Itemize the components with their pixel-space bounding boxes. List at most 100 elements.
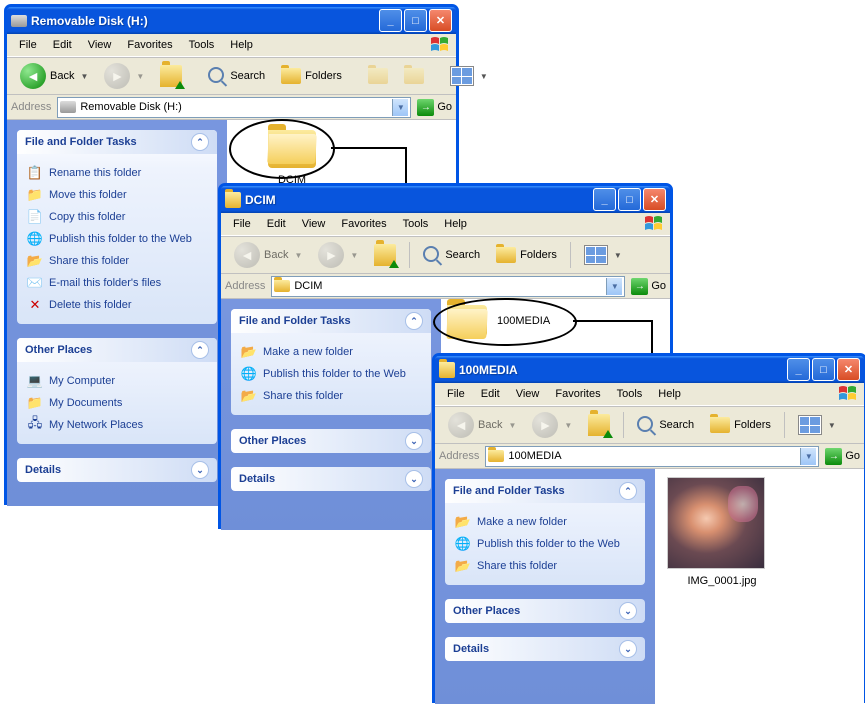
- file-folder-tasks-panel: File and Folder Tasks⌃ 📋Rename this fold…: [17, 130, 217, 324]
- views-icon: [798, 415, 822, 435]
- task-publish[interactable]: 🌐Publish this folder to the Web: [241, 363, 421, 385]
- task-share[interactable]: 📂Share this folder: [241, 385, 421, 407]
- folders-button[interactable]: Folders: [703, 409, 778, 441]
- address-text: DCIM: [294, 280, 602, 292]
- menu-edit[interactable]: Edit: [45, 37, 80, 53]
- menu-help[interactable]: Help: [222, 37, 261, 53]
- menu-tools[interactable]: Tools: [395, 216, 437, 232]
- menu-tools[interactable]: Tools: [181, 37, 223, 53]
- task-copy[interactable]: 📄Copy this folder: [27, 206, 207, 228]
- forward-button[interactable]: ►▼: [311, 239, 365, 271]
- titlebar[interactable]: 100MEDIA _ □ ✕: [435, 356, 864, 383]
- menu-view[interactable]: View: [80, 37, 120, 53]
- address-dropdown[interactable]: ▼: [606, 278, 622, 295]
- forward-button[interactable]: ►▼: [97, 60, 151, 92]
- search-button[interactable]: Search: [201, 60, 272, 92]
- address-label: Address: [11, 101, 51, 113]
- panel-header[interactable]: Other Places⌄: [231, 429, 431, 453]
- address-dropdown[interactable]: ▼: [800, 448, 816, 465]
- search-button[interactable]: Search: [630, 409, 701, 441]
- task-publish[interactable]: 🌐Publish this folder to the Web: [455, 533, 635, 555]
- window-100media: 100MEDIA _ □ ✕ File Edit View Favorites …: [432, 353, 865, 703]
- task-email[interactable]: ✉️E-mail this folder's files: [27, 272, 207, 294]
- go-button[interactable]: →Go: [417, 98, 452, 117]
- address-field[interactable]: DCIM ▼: [271, 276, 625, 297]
- address-field[interactable]: Removable Disk (H:) ▼: [57, 97, 411, 118]
- minimize-button[interactable]: _: [787, 358, 810, 381]
- minimize-button[interactable]: _: [379, 9, 402, 32]
- address-bar: Address DCIM ▼ →Go: [221, 274, 670, 299]
- menu-help[interactable]: Help: [650, 386, 689, 402]
- back-button[interactable]: ◄Back▼: [441, 409, 523, 441]
- folder-item-100media[interactable]: 100MEDIA: [447, 305, 577, 337]
- address-field[interactable]: 100MEDIA ▼: [485, 446, 819, 467]
- views-button[interactable]: ▼: [443, 60, 495, 92]
- task-share[interactable]: 📂Share this folder: [455, 555, 635, 577]
- minimize-button[interactable]: _: [593, 188, 616, 211]
- menu-view[interactable]: View: [508, 386, 548, 402]
- go-label: Go: [437, 101, 452, 113]
- task-publish[interactable]: 🌐Publish this folder to the Web: [27, 228, 207, 250]
- menu-file[interactable]: File: [225, 216, 259, 232]
- file-item-img0001[interactable]: IMG_0001.jpg: [667, 477, 777, 587]
- menu-help[interactable]: Help: [436, 216, 475, 232]
- menu-view[interactable]: View: [294, 216, 334, 232]
- close-button[interactable]: ✕: [837, 358, 860, 381]
- menu-tools[interactable]: Tools: [609, 386, 651, 402]
- menu-favorites[interactable]: Favorites: [333, 216, 394, 232]
- chevron-down-icon: ▼: [508, 421, 516, 430]
- task-move[interactable]: 📁Move this folder: [27, 184, 207, 206]
- panel-header[interactable]: File and Folder Tasks⌃: [231, 309, 431, 333]
- up-button[interactable]: [153, 60, 189, 92]
- other-documents[interactable]: 📁My Documents: [27, 392, 207, 414]
- task-new-folder[interactable]: 📂Make a new folder: [455, 511, 635, 533]
- panel-header[interactable]: File and Folder Tasks⌃: [17, 130, 217, 154]
- expand-icon: ⌄: [619, 602, 637, 620]
- menu-edit[interactable]: Edit: [473, 386, 508, 402]
- titlebar[interactable]: DCIM _ □ ✕: [221, 186, 670, 213]
- up-button[interactable]: [367, 239, 403, 271]
- close-button[interactable]: ✕: [429, 9, 452, 32]
- menu-edit[interactable]: Edit: [259, 216, 294, 232]
- menu-favorites[interactable]: Favorites: [119, 37, 180, 53]
- share-icon: 📂: [455, 558, 471, 574]
- go-button[interactable]: →Go: [825, 447, 860, 466]
- views-button[interactable]: ▼: [577, 239, 629, 271]
- copy-to-button[interactable]: [397, 60, 431, 92]
- back-button[interactable]: ◄Back▼: [13, 60, 95, 92]
- chevron-down-icon: ▼: [614, 251, 622, 260]
- close-button[interactable]: ✕: [643, 188, 666, 211]
- forward-button[interactable]: ►▼: [525, 409, 579, 441]
- up-button[interactable]: [581, 409, 617, 441]
- menu-file[interactable]: File: [11, 37, 45, 53]
- titlebar[interactable]: Removable Disk (H:) _ □ ✕: [7, 7, 456, 34]
- panel-header[interactable]: Other Places⌄: [445, 599, 645, 623]
- panel-header[interactable]: Details⌄: [231, 467, 431, 491]
- task-new-folder[interactable]: 📂Make a new folder: [241, 341, 421, 363]
- content-area[interactable]: IMG_0001.jpg: [655, 469, 864, 704]
- folder-item-dcim[interactable]: DCIM: [247, 130, 337, 186]
- task-rename[interactable]: 📋Rename this folder: [27, 162, 207, 184]
- menu-file[interactable]: File: [439, 386, 473, 402]
- maximize-button[interactable]: □: [618, 188, 641, 211]
- maximize-button[interactable]: □: [404, 9, 427, 32]
- address-dropdown[interactable]: ▼: [392, 99, 408, 116]
- other-computer[interactable]: 💻My Computer: [27, 370, 207, 392]
- folders-button[interactable]: Folders: [274, 60, 349, 92]
- maximize-button[interactable]: □: [812, 358, 835, 381]
- search-button[interactable]: Search: [416, 239, 487, 271]
- task-delete[interactable]: ✕Delete this folder: [27, 294, 207, 316]
- panel-header[interactable]: Details⌄: [445, 637, 645, 661]
- folders-button[interactable]: Folders: [489, 239, 564, 271]
- go-button[interactable]: →Go: [631, 277, 666, 296]
- panel-header[interactable]: Details⌄: [17, 458, 217, 482]
- other-network[interactable]: 🖧My Network Places: [27, 414, 207, 436]
- back-button[interactable]: ◄Back▼: [227, 239, 309, 271]
- share-icon: 📂: [241, 388, 257, 404]
- move-to-button[interactable]: [361, 60, 395, 92]
- views-button[interactable]: ▼: [791, 409, 843, 441]
- panel-header[interactable]: File and Folder Tasks⌃: [445, 479, 645, 503]
- task-share[interactable]: 📂Share this folder: [27, 250, 207, 272]
- menu-favorites[interactable]: Favorites: [547, 386, 608, 402]
- panel-header[interactable]: Other Places⌃: [17, 338, 217, 362]
